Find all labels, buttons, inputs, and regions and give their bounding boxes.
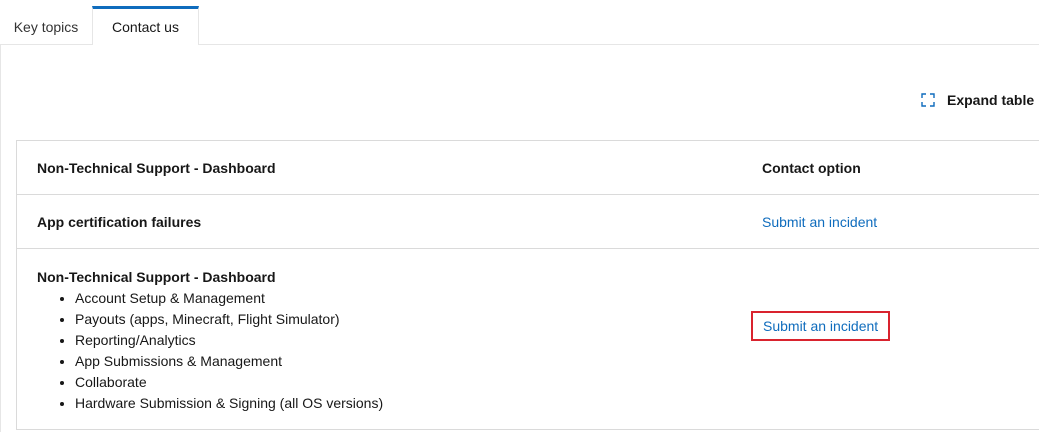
column-header-topic: Non-Technical Support - Dashboard [37, 160, 276, 176]
row-title: App certification failures [37, 214, 202, 230]
tab-bar: Key topics Contact us [0, 0, 1039, 45]
topic-list: Account Setup & Management Payouts (apps… [37, 288, 383, 414]
expand-icon [921, 93, 935, 107]
support-table: Non-Technical Support - Dashboard Contac… [16, 140, 1039, 430]
expand-table-button[interactable]: Expand table [921, 91, 1034, 109]
submit-incident-link[interactable]: Submit an incident [762, 214, 877, 230]
list-item: Payouts (apps, Minecraft, Flight Simulat… [75, 309, 383, 330]
list-item: Account Setup & Management [75, 288, 383, 309]
list-item: App Submissions & Management [75, 351, 383, 372]
submit-incident-link-highlighted[interactable]: Submit an incident [751, 311, 891, 341]
tab-key-topics[interactable]: Key topics [0, 6, 92, 44]
table-row: Non-Technical Support - Dashboard Accoun… [17, 249, 1039, 430]
table-header-row: Non-Technical Support - Dashboard Contac… [17, 141, 1039, 195]
table-row: App certification failures Submit an inc… [17, 195, 1039, 249]
list-item: Hardware Submission & Signing (all OS ve… [75, 393, 383, 414]
column-header-contact-option: Contact option [762, 160, 861, 176]
list-item: Collaborate [75, 372, 383, 393]
tab-contact-us[interactable]: Contact us [92, 6, 199, 45]
row-title: Non-Technical Support - Dashboard [37, 269, 276, 285]
expand-table-label: Expand table [947, 92, 1035, 108]
list-item: Reporting/Analytics [75, 330, 383, 351]
